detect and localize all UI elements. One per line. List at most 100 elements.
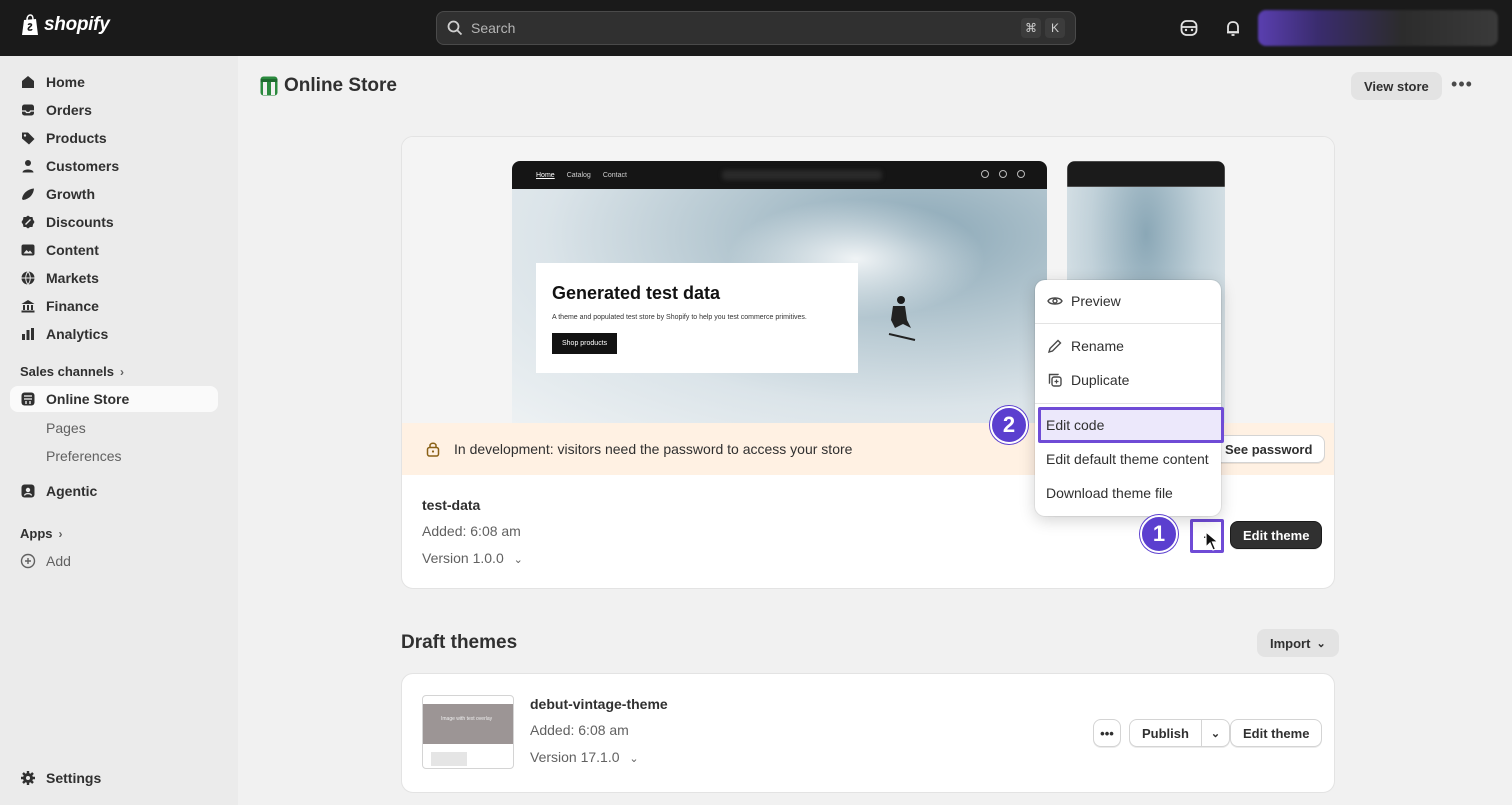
sidebar-item-add-app[interactable]: Add	[10, 548, 218, 574]
sidebar-item-label: Agentic	[46, 483, 98, 499]
apps-header[interactable]: Apps ›	[20, 526, 63, 541]
sidebar-item-label: Add	[46, 553, 71, 569]
sidebar-item-agentic[interactable]: Agentic	[10, 478, 218, 504]
sidebar-item-orders[interactable]: Orders	[10, 97, 218, 123]
sidebar-item-content[interactable]: Content	[10, 237, 218, 263]
sidebar-item-markets[interactable]: Markets	[10, 265, 218, 291]
discount-icon	[21, 215, 35, 229]
search-input[interactable]: Search ⌘ K	[436, 11, 1076, 45]
publish-button[interactable]: Publish	[1129, 719, 1202, 747]
publish-button-group: Publish ⌄	[1129, 719, 1230, 747]
menu-item-edit-code[interactable]: Edit code	[1038, 407, 1224, 443]
publish-options-button[interactable]: ⌄	[1201, 719, 1230, 747]
sidebar-item-preferences[interactable]: Preferences	[46, 448, 121, 464]
preview-hero-box: Generated test data A theme and populate…	[536, 263, 858, 373]
preview-hero-title: Generated test data	[552, 283, 721, 303]
menu-item-rename[interactable]: Rename	[1041, 331, 1215, 361]
agentic-icon	[21, 484, 35, 498]
sidebar-item-finance[interactable]: Finance	[10, 293, 218, 319]
chart-icon	[22, 328, 34, 340]
growth-icon	[22, 188, 34, 200]
sidebar-item-label: Products	[46, 130, 107, 146]
globe-icon	[21, 271, 35, 285]
edit-theme-button[interactable]: Edit theme	[1230, 521, 1323, 549]
shopify-logo[interactable]: shopify	[20, 14, 110, 36]
sidebar-item-label: Markets	[46, 270, 99, 286]
search-placeholder: Search	[471, 20, 516, 36]
chevron-down-icon: ⌄	[1210, 727, 1221, 740]
store-profile[interactable]	[1258, 10, 1498, 46]
bank-icon	[21, 300, 35, 313]
menu-divider	[1035, 323, 1221, 324]
top-bar: shopify Search ⌘ K	[0, 0, 1512, 56]
sidebar-item-home[interactable]: Home	[10, 69, 218, 95]
ellipsis-icon: •••	[1100, 725, 1114, 741]
storefront-icon	[21, 392, 35, 406]
menu-item-label: Edit default theme content	[1046, 451, 1209, 467]
draft-theme-actions-button[interactable]: •••	[1093, 719, 1121, 747]
theme-version-selector[interactable]: Version 1.0.0 ⌄	[422, 550, 523, 566]
menu-item-preview[interactable]: Preview	[1041, 286, 1215, 316]
gear-icon	[21, 771, 35, 785]
sidebar-item-settings[interactable]: Settings	[10, 765, 218, 791]
theme-actions-menu: Preview Rename Duplicate Edit code Edit …	[1035, 280, 1224, 516]
sidebar-item-label: Home	[46, 74, 85, 90]
preview-nav-icons	[981, 170, 1025, 178]
draft-theme-thumbnail[interactable]: Image with text overlay	[422, 695, 514, 769]
menu-item-label: Edit code	[1046, 417, 1105, 433]
page-title-text: Online Store	[284, 75, 397, 96]
menu-item-label: Rename	[1071, 338, 1124, 354]
duplicate-icon	[1048, 373, 1062, 387]
chevron-right-icon: ›	[119, 364, 124, 379]
desktop-preview[interactable]: Home Catalog Contact Generated test data…	[512, 161, 1047, 423]
draft-theme-added: Added: 6:08 am	[530, 722, 629, 738]
draft-theme-name: debut-vintage-theme	[530, 696, 668, 712]
view-store-button[interactable]: View store	[1351, 72, 1442, 100]
chevron-right-icon: ›	[58, 526, 63, 541]
step-badge-1: 1	[1140, 515, 1178, 553]
sales-channels-header[interactable]: Sales channels ›	[20, 364, 124, 379]
draft-theme-version-selector[interactable]: Version 17.1.0 ⌄	[530, 749, 639, 765]
bell-icon[interactable]	[1223, 18, 1243, 38]
menu-divider	[1035, 403, 1221, 404]
draft-edit-theme-button[interactable]: Edit theme	[1230, 719, 1323, 747]
draft-themes-heading: Draft themes	[401, 632, 518, 653]
sidebar-item-online-store[interactable]: Online Store	[10, 386, 218, 412]
shortcut-k: K	[1045, 18, 1065, 38]
menu-item-edit-default-content[interactable]: Edit default theme content	[1041, 444, 1215, 474]
sidebar-item-label: Discounts	[46, 214, 114, 230]
preview-nav-catalog: Catalog	[566, 171, 591, 179]
shopify-bag-icon	[22, 14, 38, 35]
chevron-down-icon: ⌄	[629, 753, 639, 765]
sales-channels-label: Sales channels	[20, 364, 114, 379]
more-actions-icon[interactable]: •••	[1450, 75, 1474, 95]
menu-item-duplicate[interactable]: Duplicate	[1041, 365, 1215, 395]
theme-version-label: Version 1.0.0	[422, 550, 504, 566]
step-badge-2: 2	[990, 406, 1028, 444]
sidebar-item-label: Content	[46, 242, 99, 258]
apps-label: Apps	[20, 526, 53, 541]
lock-icon	[426, 442, 440, 457]
import-button[interactable]: Import ⌄	[1257, 629, 1339, 657]
preview-shop-button: Shop products	[552, 333, 618, 354]
sidebar-item-growth[interactable]: Growth	[10, 181, 218, 207]
see-password-button[interactable]: See password	[1212, 435, 1326, 463]
sidebar-item-products[interactable]: Products	[10, 125, 218, 151]
sidebar-item-label: Settings	[46, 770, 102, 786]
plus-circle-icon	[20, 553, 36, 569]
home-icon	[22, 76, 34, 88]
sidebar-item-discounts[interactable]: Discounts	[10, 209, 218, 235]
sidebar-item-pages[interactable]: Pages	[46, 420, 86, 436]
chevron-down-icon: ⌄	[1316, 637, 1326, 650]
sidekick-icon[interactable]	[1179, 18, 1199, 38]
online-store-icon	[260, 76, 278, 96]
sidebar-item-analytics[interactable]: Analytics	[10, 321, 218, 347]
preview-nav-contact: Contact	[602, 171, 627, 179]
sidebar-item-label: Customers	[46, 158, 120, 174]
page-title: Online Store	[260, 75, 397, 97]
sidebar-item-customers[interactable]: Customers	[10, 153, 218, 179]
sidebar-item-label: Orders	[46, 102, 92, 118]
menu-item-download[interactable]: Download theme file	[1041, 478, 1215, 508]
person-icon	[22, 160, 34, 173]
preview-hero-image: Generated test data A theme and populate…	[512, 189, 1047, 423]
